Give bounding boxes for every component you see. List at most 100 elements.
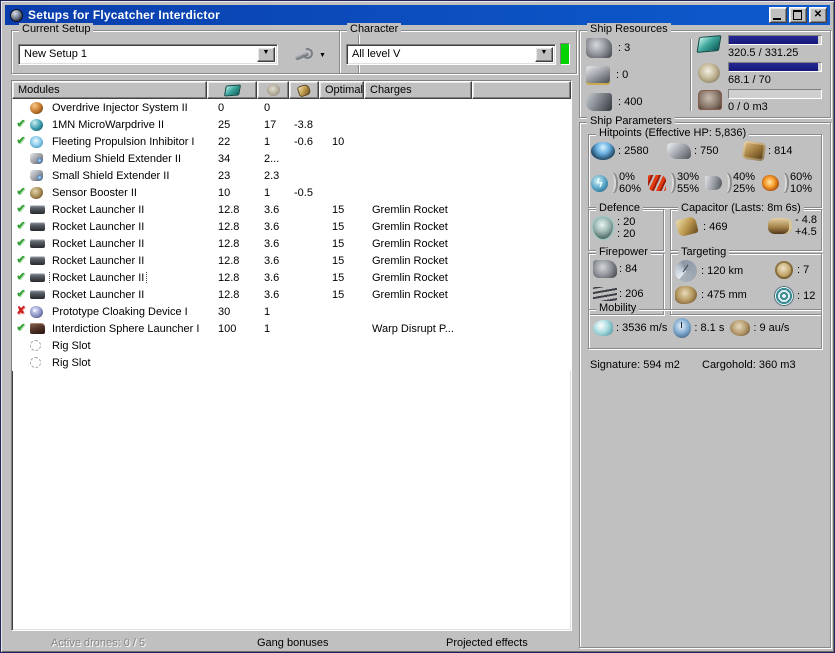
module-optimal: 10 [332,135,345,148]
column-header-charges[interactable]: Charges [364,81,472,99]
targeting-range-value: : 120 km [701,265,744,277]
hitpoints-group: Hitpoints (Effective HP: 5,836) : 2580 :… [588,127,822,208]
signature-resolution-value: : 475 mm [701,289,747,301]
resist-armor-value: 10% [790,183,813,195]
mobility-group: Mobility : 3536 m/s : 8.1 s : 9 au/s [588,302,822,349]
module-powergrid: 2... [264,152,280,165]
module-type-icon [30,135,43,148]
capacitor-battery-icon [767,218,792,234]
skills-status-indicator [560,43,570,65]
setup-tools-button[interactable]: ▼ [292,44,334,66]
module-row[interactable]: Overdrive Injector System II 0 0 [12,99,571,116]
module-charge: Gremlin Rocket [372,288,448,301]
module-cpu: 10 [218,186,231,199]
module-type-icon [30,101,43,114]
resist-icon [762,175,779,191]
max-targets-value: : 12 [797,290,816,302]
module-row[interactable]: ✔ Rocket Launcher II 12.8 3.6 15 Gremlin… [12,235,571,252]
module-cpu: 12.8 [218,220,240,233]
module-name: Fleeting Propulsion Inhibitor I [52,135,195,148]
module-row[interactable]: ✔ Rocket Launcher II 12.8 3.6 15 Gremlin… [12,218,571,235]
module-cpu: 12.8 [218,203,240,216]
module-optimal: 15 [332,203,345,216]
module-type-icon [30,118,43,131]
current-setup-dropdown-arrow-icon[interactable] [257,47,275,62]
targeting-label: Targeting [678,246,730,258]
resource-bar-text: 68.1 / 70 [728,74,771,86]
projected-effects-label[interactable]: Projected effects [446,637,528,649]
module-name: Rocket Launcher II [52,254,145,267]
module-optimal: 15 [332,288,345,301]
gang-bonuses-label[interactable]: Gang bonuses [257,637,329,649]
module-row[interactable]: Medium Shield Extender II 34 2... [12,150,571,167]
module-name: Prototype Cloaking Device I [52,305,188,318]
resource-slot-row: : 3 [586,35,690,61]
module-row[interactable]: ✔ Sensor Booster II 10 1 -0.5 [12,184,571,201]
character-combobox[interactable]: All level V [346,44,556,65]
resource-slot-icon [586,38,612,58]
hitpoint-pool: : 814 [741,140,819,162]
modules-list-header: Modules Optimal Charges [12,81,571,99]
module-powergrid: 3.6 [264,203,280,216]
character-dropdown-arrow-icon[interactable] [535,47,553,62]
module-powergrid: 1 [264,186,271,199]
character-value: All level V [352,48,401,60]
module-row[interactable]: ✔ Rocket Launcher II 12.8 3.6 15 Gremlin… [12,201,571,218]
capacitor-label: Capacitor (Lasts: 8m 6s) [678,202,804,214]
minimize-button-icon[interactable] [769,7,787,23]
hitpoint-pool: : 750 [667,142,743,160]
module-cpu: 23 [218,169,231,182]
module-row[interactable]: ✔ Interdiction Sphere Launcher I 100 1 W… [12,320,571,337]
hitpoints-label: Hitpoints (Effective HP: 5,836) [596,127,750,139]
column-header-cpu[interactable] [207,81,257,99]
capacitor-drain: - 4.8 [794,214,817,226]
module-cpu: 12.8 [218,237,240,250]
resource-bar-row: 320.5 / 331.25 [696,34,824,61]
resist-separator [723,173,730,193]
title-bar[interactable]: Setups for Flycatcher Interdictor [5,5,830,25]
resist-separator [780,173,787,193]
module-row[interactable]: ✔ Fleeting Propulsion Inhibitor I 22 1 -… [12,133,571,150]
module-powergrid: 1 [264,305,271,318]
module-row[interactable]: ✔ 1MN MicroWarpdrive II 25 17 -3.8 [12,116,571,133]
maximize-button-icon[interactable] [789,7,807,23]
active-drones-label[interactable]: Active drones: 0 / 5 [51,637,145,649]
module-row[interactable]: ✘ Prototype Cloaking Device I 30 1 [12,303,571,320]
module-type-icon [30,290,45,300]
module-status-icon: ✔ [16,322,26,334]
hitpoint-pool-value: : 750 [694,145,719,157]
module-row[interactable]: ✔ Rocket Launcher II 12.8 3.6 15 Gremlin… [12,286,571,303]
module-row[interactable]: Small Shield Extender II 23 2.3 [12,167,571,184]
column-header-capacitor[interactable] [289,81,319,99]
module-row[interactable]: Rig Slot [12,337,571,354]
module-row[interactable]: Rig Slot [12,354,571,371]
hitpoint-pool-value: : 814 [768,145,793,157]
defence-group: Defence : 20 : 20 [588,202,664,251]
module-row[interactable]: ✔ Rocket Launcher II 12.8 3.6 15 Gremlin… [12,269,571,286]
resources-divider [690,39,692,111]
modules-list: Modules Optimal Charges Overdrive Inject… [11,80,572,631]
module-name: Interdiction Sphere Launcher I [52,322,200,335]
resist-item: 0% 60% [591,171,648,195]
column-header-optimal[interactable]: Optimal [319,81,364,99]
current-setup-combobox[interactable]: New Setup 1 [18,44,278,65]
resist-icon [705,176,722,190]
resource-slot-row: : 0 [586,62,690,88]
module-type-icon [30,357,41,369]
module-powergrid: 0 [264,101,271,114]
module-charge: Warp Disrupt P... [372,322,454,335]
module-row[interactable]: ✔ Rocket Launcher II 12.8 3.6 15 Gremlin… [12,252,571,269]
missile-dps-value: : 206 [619,288,644,300]
ship-parameters-group: Ship Parameters Hitpoints (Effective HP:… [579,115,831,648]
resource-bar-fill [729,63,819,71]
module-type-icon [30,239,45,249]
close-button-icon[interactable] [809,7,827,23]
resource-bar-icon [698,63,720,83]
column-header-powergrid[interactable] [257,81,289,99]
column-header-modules[interactable]: Modules [12,81,207,99]
resist-armor-value: 55% [677,183,700,195]
current-setup-group: Current Setup New Setup 1 ▼ [11,23,359,74]
module-cpu: 12.8 [218,288,240,301]
module-optimal: 15 [332,220,345,233]
module-powergrid: 3.6 [264,220,280,233]
